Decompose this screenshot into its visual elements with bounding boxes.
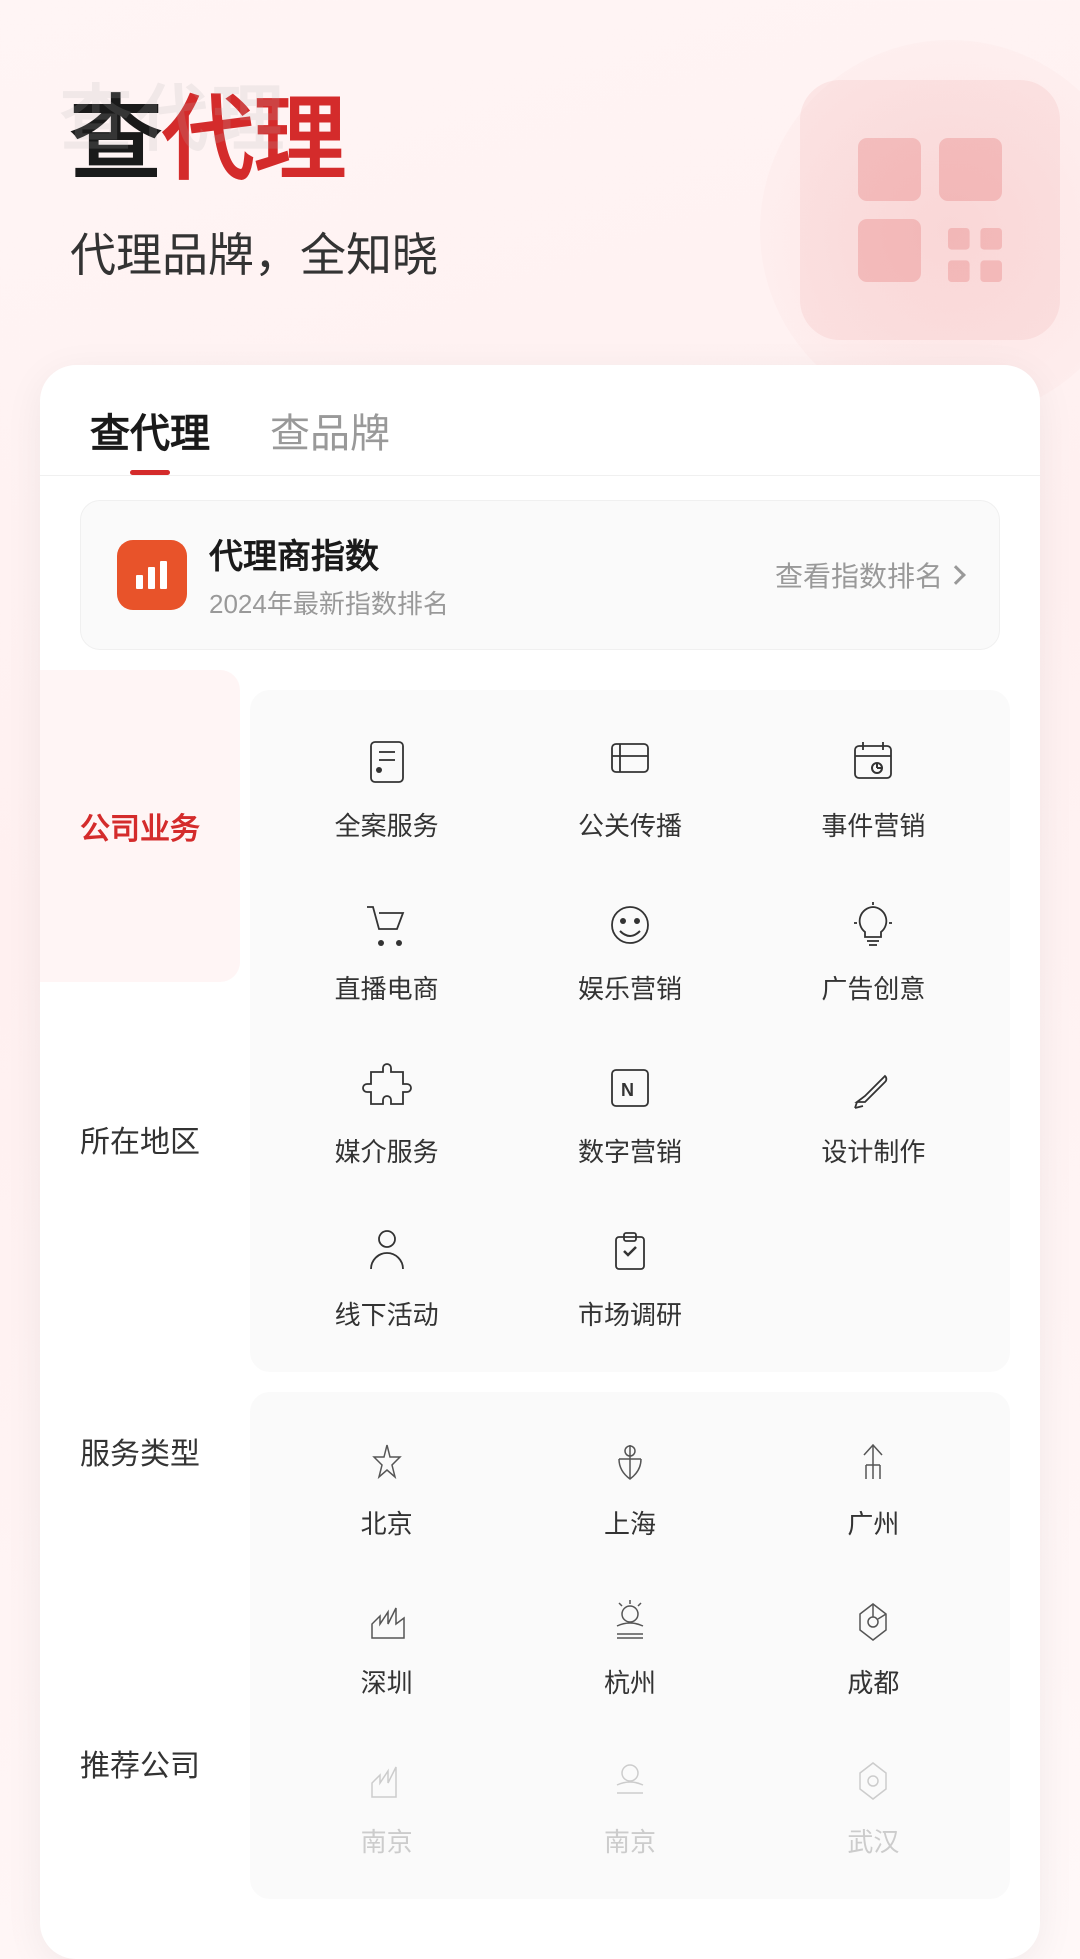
city-label-shenzhen: 深圳 [361,1663,413,1700]
tab-divider [40,475,1040,476]
business-label-research: 市场调研 [578,1295,682,1332]
entertainment-icon [598,893,662,957]
business-item-digital[interactable]: N 数字营销 [513,1036,746,1189]
cart-icon [355,893,419,957]
shanghai-icon [600,1432,660,1492]
business-label-ecommerce: 直播电商 [335,969,439,1006]
pen-icon [841,1056,905,1120]
index-link-text: 查看指数排名 [775,555,943,595]
svg-text:N: N [621,1080,634,1100]
index-card-left: 代理商指数 2024年最新指数排名 [117,529,449,621]
tab-brand[interactable]: 查品牌 [270,401,390,475]
header-title: 查代理 [70,90,1010,191]
city-item-9[interactable]: 武汉 [757,1730,990,1879]
city-items: 北京 上海 广州 [270,1412,990,1879]
title-black-part: 查 [70,90,162,191]
index-title: 代理商指数 [209,529,449,578]
business-label-digital: 数字营销 [578,1132,682,1169]
digital-icon: N [598,1056,662,1120]
puzzle-icon [355,1056,419,1120]
sidebar-item-business[interactable]: 公司业务 [40,670,240,982]
header-subtitle: 代理品牌，全知晓 [70,219,1010,285]
business-item-creative[interactable]: 广告创意 [757,873,990,1026]
city8-icon [600,1750,660,1810]
clipboard-icon [598,1219,662,1283]
index-title-block: 代理商指数 2024年最新指数排名 [209,529,449,621]
city-label-shanghai: 上海 [604,1504,656,1541]
tab-bar: 查代理 查品牌 [40,365,1040,475]
business-item-full-service[interactable]: 全案服务 [270,710,503,863]
hangzhou-icon [600,1591,660,1651]
filter-section: 公司业务 所在地区 服务类型 推荐公司 全案服务 [40,670,1040,1919]
index-link[interactable]: 查看指数排名 [775,555,963,595]
bulb-icon [841,893,905,957]
title-red-part: 代理 [162,90,346,191]
business-item-event[interactable]: 事件营销 [757,710,990,863]
business-item-research[interactable]: 市场调研 [513,1199,746,1352]
business-label-media: 媒介服务 [335,1132,439,1169]
beijing-icon [357,1432,417,1492]
city-label-chengdu: 成都 [847,1663,899,1700]
business-grid: 全案服务 公关传播 事件营销 [250,690,1010,1372]
city-label-guangzhou: 广州 [847,1504,899,1541]
city7-icon [357,1750,417,1810]
business-label-entertainment: 娱乐营销 [578,969,682,1006]
business-label-creative: 广告创意 [821,969,925,1006]
city-item-7[interactable]: 南京 [270,1730,503,1879]
index-card[interactable]: 代理商指数 2024年最新指数排名 查看指数排名 [80,500,1000,650]
sidebar-item-region[interactable]: 所在地区 [40,982,240,1294]
event-icon [841,730,905,794]
business-label-design: 设计制作 [821,1132,925,1169]
city-item-beijing[interactable]: 北京 [270,1412,503,1561]
city-label-7: 南京 [361,1822,413,1859]
shenzhen-icon [357,1591,417,1651]
business-item-design[interactable]: 设计制作 [757,1036,990,1189]
city-item-guangzhou[interactable]: 广州 [757,1412,990,1561]
index-icon-bg [117,540,187,610]
business-item-ecommerce[interactable]: 直播电商 [270,873,503,1026]
chevron-right-icon [946,565,966,585]
sidebar-item-recommend[interactable]: 推荐公司 [40,1607,240,1919]
city-label-hangzhou: 杭州 [604,1663,656,1700]
chengdu-icon [843,1591,903,1651]
city-label-9: 武汉 [847,1822,899,1859]
city-label-beijing: 北京 [361,1504,413,1541]
city-item-hangzhou[interactable]: 杭州 [513,1571,746,1720]
business-item-media[interactable]: 媒介服务 [270,1036,503,1189]
filter-content: 全案服务 公关传播 事件营销 [240,670,1040,1919]
city-item-shenzhen[interactable]: 深圳 [270,1571,503,1720]
city9-icon [843,1750,903,1810]
city-label-8: 南京 [604,1822,656,1859]
business-item-entertainment[interactable]: 娱乐营销 [513,873,746,1026]
main-card: 查代理 查品牌 代理商指数 2024年最新指数排名 查看指数排名 [40,365,1040,1959]
guangzhou-icon [843,1432,903,1492]
pr-icon [598,730,662,794]
header: 查代理 查代理 代理品牌，全知晓 [0,0,1080,325]
index-subtitle: 2024年最新指数排名 [209,584,449,621]
document-icon [355,730,419,794]
business-label-pr: 公关传播 [578,806,682,843]
business-item-offline[interactable]: 线下活动 [270,1199,503,1352]
sidebar-item-service[interactable]: 服务类型 [40,1295,240,1607]
tab-agency[interactable]: 查代理 [90,401,210,475]
city-section: 北京 上海 广州 [250,1392,1010,1899]
city-item-8[interactable]: 南京 [513,1730,746,1879]
city-item-shanghai[interactable]: 上海 [513,1412,746,1561]
business-item-pr[interactable]: 公关传播 [513,710,746,863]
business-label-event: 事件营销 [821,806,925,843]
business-items: 全案服务 公关传播 事件营销 [270,710,990,1352]
city-item-chengdu[interactable]: 成都 [757,1571,990,1720]
business-label-offline: 线下活动 [335,1295,439,1332]
filter-sidebar: 公司业务 所在地区 服务类型 推荐公司 [40,670,240,1919]
business-label-full-service: 全案服务 [335,806,439,843]
person-icon [355,1219,419,1283]
chart-icon [132,555,172,595]
